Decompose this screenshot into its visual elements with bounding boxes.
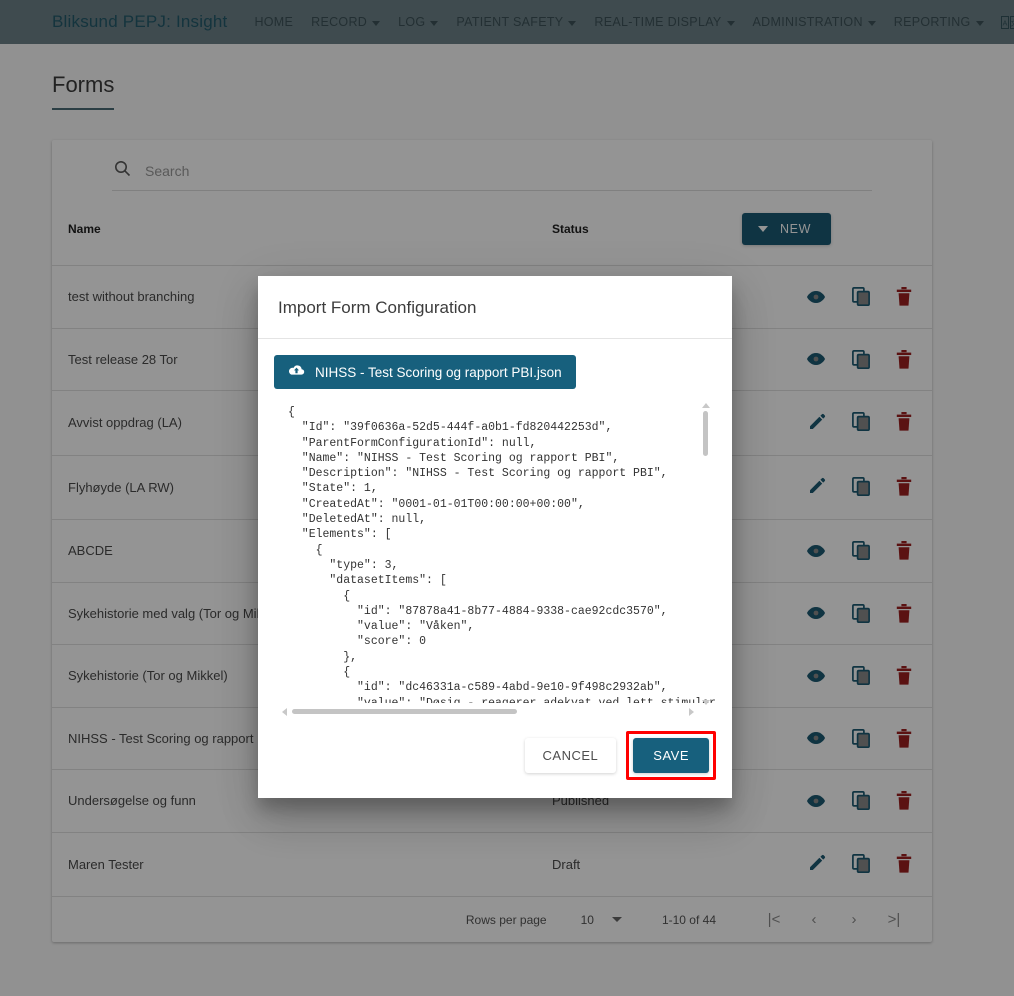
scroll-down-icon[interactable]	[702, 700, 710, 705]
scroll-up-icon[interactable]	[702, 403, 710, 408]
cloud-upload-icon	[288, 364, 305, 380]
dialog-actions: CANCEL SAVE	[258, 719, 732, 798]
dialog-title: Import Form Configuration	[258, 276, 732, 339]
selected-file-button[interactable]: NIHSS - Test Scoring og rapport PBI.json	[274, 355, 576, 389]
scrollbar-thumb[interactable]	[292, 709, 517, 714]
scroll-right-icon[interactable]	[689, 708, 694, 716]
json-preview: { "Id": "39f0636a-52d5-444f-a0b1-fd82044…	[274, 403, 716, 719]
scroll-left-icon[interactable]	[282, 708, 287, 716]
scrollbar-thumb[interactable]	[703, 411, 708, 456]
save-button[interactable]: SAVE	[633, 738, 709, 773]
cancel-button[interactable]: CANCEL	[524, 738, 617, 773]
json-horizontal-scrollbar[interactable]	[282, 706, 694, 717]
dialog-body: NIHSS - Test Scoring og rapport PBI.json…	[258, 339, 732, 719]
import-form-configuration-dialog: Import Form Configuration NIHSS - Test S…	[258, 276, 732, 798]
save-button-highlight: SAVE	[626, 731, 716, 780]
json-vertical-scrollbar[interactable]	[700, 403, 711, 705]
selected-file-label: NIHSS - Test Scoring og rapport PBI.json	[315, 364, 562, 380]
json-preview-text: { "Id": "39f0636a-52d5-444f-a0b1-fd82044…	[288, 406, 716, 703]
